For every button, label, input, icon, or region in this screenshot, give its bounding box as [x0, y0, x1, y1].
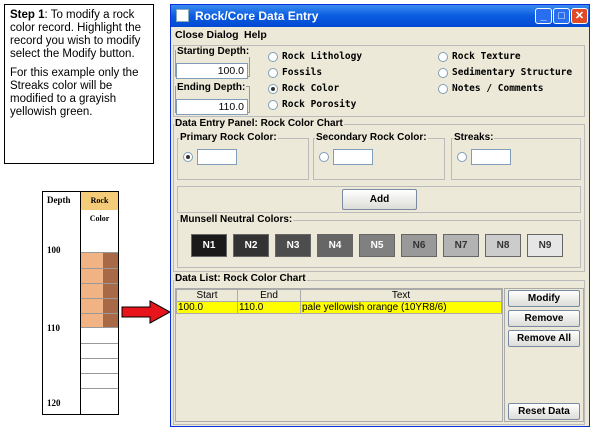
ending-depth-field[interactable]: 110.0: [176, 99, 248, 115]
munsell-n9-button[interactable]: N9: [527, 234, 563, 257]
rock-color-header: Rock Color: [81, 192, 118, 223]
streaks-label: Streaks:: [453, 132, 495, 143]
depth-label-100: 100: [47, 245, 61, 255]
cell-start[interactable]: 100.0: [176, 301, 238, 314]
munsell-n1-button[interactable]: N1: [191, 234, 227, 257]
munsell-n7-button[interactable]: N7: [443, 234, 479, 257]
menu-bar: Close Dialog Help: [171, 27, 589, 43]
column-header-text[interactable]: Text: [300, 289, 502, 302]
radio-sedimentary-structure[interactable]: [438, 68, 448, 78]
instruction-box: Step 1: To modify a rock color record. H…: [4, 4, 154, 164]
radio-streaks[interactable]: [457, 152, 467, 162]
munsell-n5-button[interactable]: N5: [359, 234, 395, 257]
window-title: Rock/Core Data Entry: [195, 9, 319, 23]
option-rock-porosity[interactable]: Rock Porosity: [282, 99, 356, 110]
data-list-table-area: Start End Text 100.0 110.0 pale yellowis…: [175, 288, 503, 422]
primary-color-field[interactable]: [197, 149, 237, 165]
rock-core-window: Rock/Core Data Entry _ □ ✕ Close Dialog …: [170, 4, 590, 427]
depth-label-110: 110: [47, 323, 61, 333]
radio-rock-color[interactable]: [268, 84, 278, 94]
close-icon[interactable]: ✕: [571, 8, 588, 24]
radio-fossils[interactable]: [268, 68, 278, 78]
munsell-n8-button[interactable]: N8: [485, 234, 521, 257]
menu-help[interactable]: Help: [244, 29, 267, 41]
data-entry-panel-title: Data Entry Panel: Rock Color Chart: [174, 118, 344, 129]
option-rock-texture[interactable]: Rock Texture: [452, 51, 521, 62]
title-bar: Rock/Core Data Entry _ □ ✕: [171, 5, 589, 27]
step-label: Step 1: [10, 9, 45, 21]
minimize-icon[interactable]: _: [535, 8, 552, 24]
data-list-title: Data List: Rock Color Chart: [174, 273, 307, 284]
option-rock-color[interactable]: Rock Color: [282, 83, 339, 94]
app-icon: [176, 9, 189, 22]
option-notes-comments[interactable]: Notes / Comments: [452, 83, 544, 94]
depth-header: Depth: [47, 195, 71, 205]
add-button[interactable]: Add: [342, 189, 417, 210]
rock-color-header-label: Rock Color: [89, 196, 110, 223]
radio-rock-texture[interactable]: [438, 52, 448, 62]
starting-depth-label: Starting Depth:: [176, 46, 251, 57]
option-rock-lithology[interactable]: Rock Lithology: [282, 51, 362, 62]
munsell-n2-button[interactable]: N2: [233, 234, 269, 257]
modify-button[interactable]: Modify: [508, 290, 580, 307]
munsell-n3-button[interactable]: N3: [275, 234, 311, 257]
starting-depth-field[interactable]: 100.0: [176, 63, 248, 79]
radio-secondary-color[interactable]: [319, 152, 329, 162]
data-list-table: Start End Text 100.0 110.0 pale yellowis…: [176, 289, 502, 314]
streaks-field[interactable]: [471, 149, 511, 165]
radio-notes-comments[interactable]: [438, 84, 448, 94]
radio-rock-porosity[interactable]: [268, 100, 278, 110]
radio-primary-color[interactable]: [183, 152, 193, 162]
cell-text[interactable]: pale yellowish orange (10YR8/6): [300, 301, 502, 314]
table-row[interactable]: 100.0 110.0 pale yellowish orange (10YR8…: [176, 301, 502, 314]
table-header-row: Start End Text: [176, 289, 502, 302]
depth-label-120: 120: [47, 398, 61, 408]
pointer-arrow-left: [121, 300, 172, 324]
remove-button[interactable]: Remove: [508, 310, 580, 327]
list-button-column: [504, 288, 584, 422]
depth-column: [43, 192, 81, 414]
rock-color-edge: [103, 252, 118, 327]
munsell-n6-button[interactable]: N6: [401, 234, 437, 257]
column-header-end[interactable]: End: [237, 289, 301, 302]
column-header-start[interactable]: Start: [176, 289, 238, 302]
step-note: For this example only the Streaks color …: [10, 67, 139, 118]
munsell-label: Munsell Neutral Colors:: [179, 214, 294, 225]
secondary-color-field[interactable]: [333, 149, 373, 165]
strip-log: Depth Rock Color 100 110 120: [42, 191, 119, 415]
option-fossils[interactable]: Fossils: [282, 67, 322, 78]
rock-color-swatch: [81, 252, 103, 327]
cell-end[interactable]: 110.0: [237, 301, 301, 314]
radio-rock-lithology[interactable]: [268, 52, 278, 62]
maximize-icon[interactable]: □: [553, 8, 570, 24]
ending-depth-label: Ending Depth:: [176, 82, 247, 93]
munsell-n4-button[interactable]: N4: [317, 234, 353, 257]
menu-close-dialog[interactable]: Close Dialog: [175, 29, 239, 41]
secondary-color-label: Secondary Rock Color:: [315, 132, 428, 143]
option-sedimentary-structure[interactable]: Sedimentary Structure: [452, 67, 572, 78]
remove-all-button[interactable]: Remove All: [508, 330, 580, 347]
primary-color-label: Primary Rock Color:: [179, 132, 278, 143]
reset-data-button[interactable]: Reset Data: [508, 403, 580, 420]
